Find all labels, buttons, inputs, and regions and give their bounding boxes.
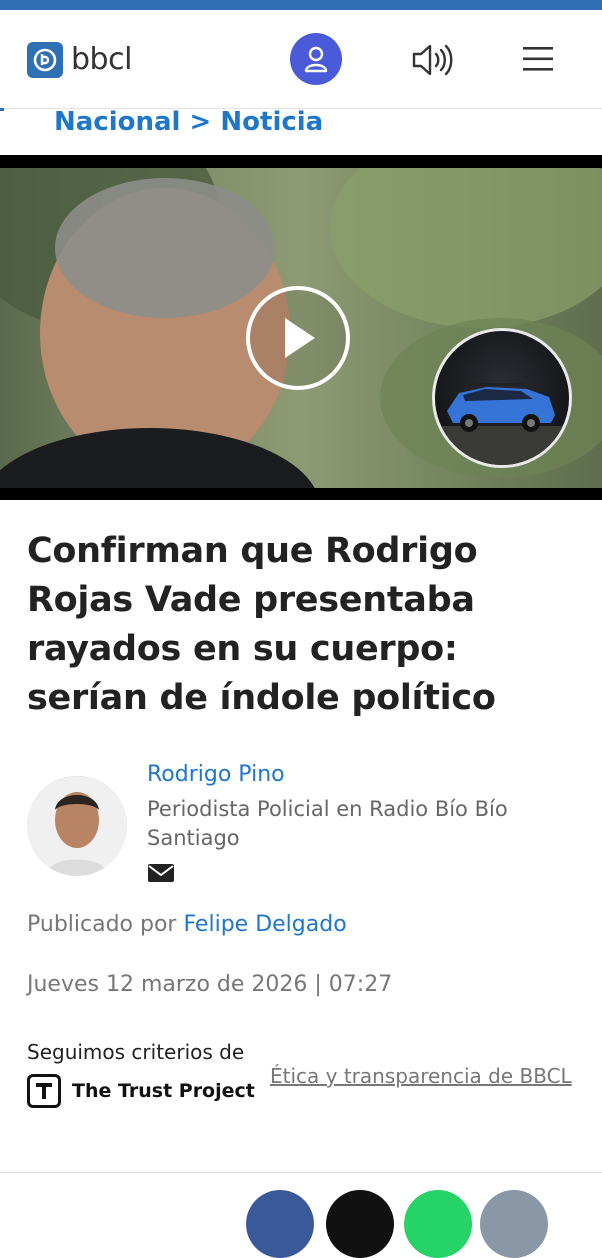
author-avatar[interactable]	[27, 776, 127, 876]
menu-button[interactable]	[520, 42, 556, 76]
related-video-thumbnail[interactable]	[432, 328, 572, 468]
publish-date: Jueves 12 marzo de 2026 | 07:27	[27, 972, 393, 997]
author-email-button[interactable]	[147, 862, 175, 884]
breadcrumb-current[interactable]: Noticia	[220, 107, 323, 137]
trust-project-icon	[27, 1074, 61, 1108]
share-more-button[interactable]	[480, 1190, 548, 1258]
published-by: Publicado por Felipe Delgado	[27, 910, 347, 940]
editor-name-link[interactable]: Felipe Delgado	[183, 912, 346, 937]
biobio-logo-icon	[27, 42, 63, 78]
site-header: bbcl	[0, 10, 602, 109]
audio-button[interactable]	[408, 40, 454, 80]
share-x-button[interactable]	[326, 1190, 394, 1258]
criteria-label: Seguimos criterios de	[27, 1040, 245, 1064]
car-image-icon	[435, 383, 569, 465]
breadcrumb-section-link[interactable]: Nacional	[54, 107, 180, 137]
author-photo-icon	[27, 776, 127, 876]
top-accent-bar	[0, 0, 602, 10]
breadcrumb-separator: >	[189, 107, 212, 137]
mail-icon	[148, 864, 174, 882]
site-logo[interactable]: bbcl	[27, 42, 132, 78]
trust-project-link[interactable]: The Trust Project	[27, 1074, 255, 1108]
video-thumbnail	[0, 168, 602, 488]
logo-text: bbcl	[71, 42, 132, 77]
user-icon	[304, 46, 328, 73]
share-whatsapp-button[interactable]	[404, 1190, 472, 1258]
article-headline: Confirman que Rodrigo Rojas Vade present…	[27, 531, 496, 718]
trust-project-text: The Trust Project	[72, 1080, 255, 1102]
author-role: Periodista Policial en Radio Bío Bío San…	[147, 797, 508, 850]
share-divider	[0, 1172, 602, 1173]
play-button[interactable]	[246, 286, 350, 390]
play-icon	[285, 318, 315, 358]
breadcrumb: Nacional > Noticia	[54, 104, 323, 140]
share-facebook-button[interactable]	[246, 1190, 314, 1258]
speaker-icon	[412, 44, 453, 76]
ethics-transparency-link[interactable]: Ética y transparencia de BBCL	[270, 1061, 572, 1091]
published-prefix: Publicado por	[27, 912, 177, 937]
author-name-link[interactable]: Rodrigo Pino	[147, 760, 285, 790]
account-button[interactable]	[290, 33, 342, 85]
header-accent-tick	[0, 108, 4, 111]
hamburger-icon	[523, 47, 553, 71]
video-player[interactable]	[0, 155, 602, 500]
